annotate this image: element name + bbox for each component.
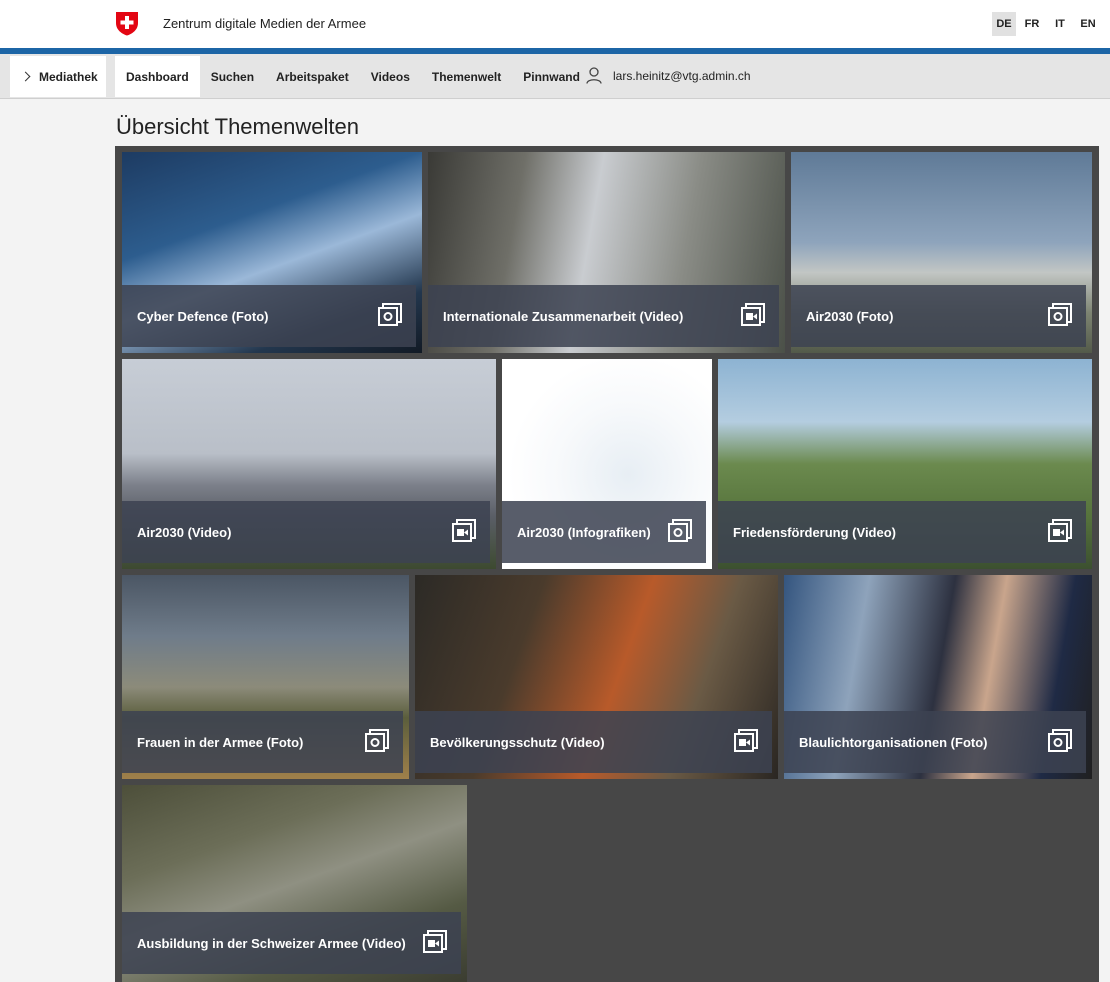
tile-label: Air2030 (Foto): [806, 308, 894, 324]
swiss-coat-of-arms-logo[interactable]: [115, 11, 139, 36]
video-icon: [1048, 519, 1072, 542]
mediathek-menu-button[interactable]: Mediathek: [10, 56, 106, 97]
page-title: Übersicht Themenwelten: [116, 114, 359, 139]
nav-themenwelt[interactable]: Themenwelt: [421, 56, 512, 97]
tile-label: Ausbildung in der Schweizer Armee (Video…: [137, 935, 406, 951]
nav-pinnwand[interactable]: Pinnwand: [512, 56, 591, 97]
user-account[interactable]: lars.heinitz@vtg.admin.ch: [586, 67, 751, 84]
lang-en[interactable]: EN: [1076, 12, 1100, 36]
tile-label: Frauen in der Armee (Foto): [137, 734, 304, 750]
nav-suchen[interactable]: Suchen: [200, 56, 265, 97]
tile-frauen-in-der-armee[interactable]: Frauen in der Armee (Foto): [122, 575, 409, 779]
lang-fr[interactable]: FR: [1020, 12, 1044, 36]
photo-icon: [365, 729, 389, 752]
tile-air2030-infografiken[interactable]: Air2030 (Infografiken): [502, 359, 712, 569]
tile-air2030-video[interactable]: Air2030 (Video): [122, 359, 496, 569]
lang-it[interactable]: IT: [1048, 12, 1072, 36]
tile-label: Air2030 (Infografiken): [517, 524, 651, 540]
photo-icon: [1048, 729, 1072, 752]
tile-caption: Air2030 (Infografiken): [502, 501, 706, 563]
photo-icon: [1048, 303, 1072, 326]
tile-label: Cyber Defence (Foto): [137, 308, 269, 324]
tile-blaulichtorganisationen[interactable]: Blaulichtorganisationen (Foto): [784, 575, 1092, 779]
chevron-right-icon: [20, 71, 31, 82]
language-switcher: DE FR IT EN: [992, 12, 1100, 36]
video-icon: [734, 729, 758, 752]
tile-ausbildung-schweizer-armee[interactable]: Ausbildung in der Schweizer Armee (Video…: [122, 785, 467, 982]
tile-caption: Frauen in der Armee (Foto): [122, 711, 403, 773]
themenwelt-grid: Cyber Defence (Foto) Internationale Zusa…: [115, 146, 1099, 982]
video-icon: [452, 519, 476, 542]
tile-caption: Air2030 (Foto): [791, 285, 1086, 347]
tile-label: Blaulichtorganisationen (Foto): [799, 734, 988, 750]
tile-air2030-foto[interactable]: Air2030 (Foto): [791, 152, 1092, 353]
tile-caption: Blaulichtorganisationen (Foto): [784, 711, 1086, 773]
nav-videos[interactable]: Videos: [360, 56, 421, 97]
nav-dashboard[interactable]: Dashboard: [115, 56, 200, 97]
user-email: lars.heinitz@vtg.admin.ch: [613, 68, 751, 83]
tile-label: Bevölkerungsschutz (Video): [430, 734, 605, 750]
tile-label: Air2030 (Video): [137, 524, 232, 540]
video-icon: [741, 303, 765, 326]
photo-icon: [668, 519, 692, 542]
photo-icon: [378, 303, 402, 326]
nav-arbeitspaket[interactable]: Arbeitspaket: [265, 56, 360, 97]
tile-cyber-defence[interactable]: Cyber Defence (Foto): [122, 152, 422, 353]
tile-friedensfoerderung[interactable]: Friedensförderung (Video): [718, 359, 1092, 569]
tile-caption: Cyber Defence (Foto): [122, 285, 416, 347]
tile-bevoelkerungsschutz[interactable]: Bevölkerungsschutz (Video): [415, 575, 778, 779]
tile-label: Internationale Zusammenarbeit (Video): [443, 308, 684, 324]
main-navigation: Mediathek Dashboard Suchen Arbeitspaket …: [0, 54, 1110, 99]
video-icon: [423, 930, 447, 953]
lang-de[interactable]: DE: [992, 12, 1016, 36]
tile-label: Friedensförderung (Video): [733, 524, 896, 540]
site-title[interactable]: Zentrum digitale Medien der Armee: [163, 16, 366, 31]
tile-internationale-zusammenarbeit[interactable]: Internationale Zusammenarbeit (Video): [428, 152, 785, 353]
tile-caption: Ausbildung in der Schweizer Armee (Video…: [122, 912, 461, 974]
mediathek-label: Mediathek: [39, 69, 98, 84]
user-icon: [586, 67, 602, 84]
tile-caption: Bevölkerungsschutz (Video): [415, 711, 772, 773]
tile-caption: Friedensförderung (Video): [718, 501, 1086, 563]
top-header: Zentrum digitale Medien der Armee DE FR …: [0, 0, 1110, 48]
tile-caption: Internationale Zusammenarbeit (Video): [428, 285, 779, 347]
tile-caption: Air2030 (Video): [122, 501, 490, 563]
